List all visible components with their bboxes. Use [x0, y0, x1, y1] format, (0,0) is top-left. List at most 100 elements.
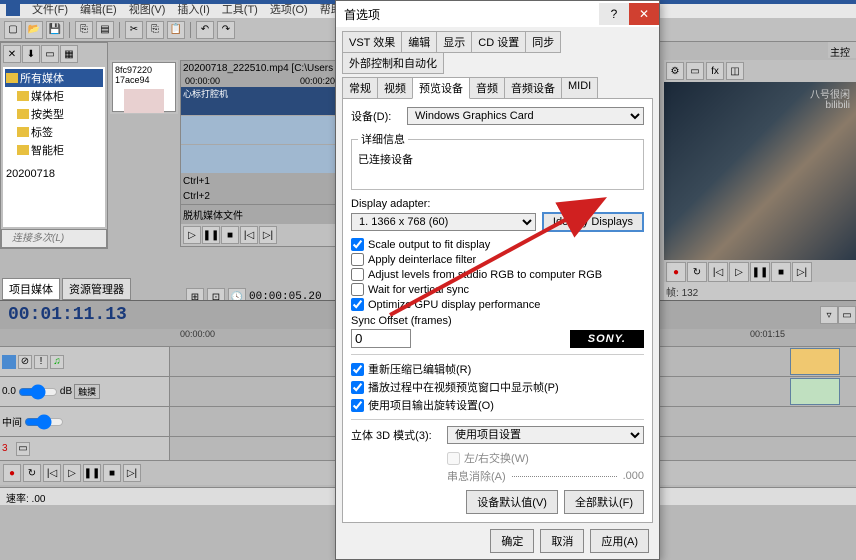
- play-icon[interactable]: ▷: [183, 226, 201, 244]
- identify-displays-button[interactable]: Identify Displays: [542, 212, 644, 232]
- chk-gpu[interactable]: [351, 298, 364, 311]
- marker-icon[interactable]: ▿: [820, 306, 838, 324]
- tl-loop-icon[interactable]: ↻: [23, 464, 41, 482]
- pv-pause-icon[interactable]: ❚❚: [750, 262, 770, 282]
- tab-video[interactable]: 视频: [377, 77, 413, 99]
- device-defaults-button[interactable]: 设备默认值(V): [466, 490, 558, 514]
- render-icon[interactable]: ⎘: [75, 21, 93, 39]
- tab-audio[interactable]: 音频: [469, 77, 505, 99]
- tab-midi[interactable]: MIDI: [561, 77, 598, 99]
- pv-ext-icon[interactable]: ▭: [686, 62, 704, 80]
- chk-adjust[interactable]: [351, 268, 364, 281]
- tab-display[interactable]: 显示: [436, 31, 472, 53]
- tree-item[interactable]: 智能柜: [5, 141, 103, 159]
- undo-icon[interactable]: ↶: [196, 21, 214, 39]
- tl-pause-icon[interactable]: ❚❚: [83, 464, 101, 482]
- media-thumb[interactable]: 8fc97220 17ace94: [112, 62, 176, 112]
- prev-icon[interactable]: |◁: [240, 226, 258, 244]
- save-icon[interactable]: 💾: [46, 21, 64, 39]
- tree-item[interactable]: 媒体柜: [5, 87, 103, 105]
- pv-first-icon[interactable]: |◁: [708, 262, 728, 282]
- region-icon[interactable]: ▭: [838, 306, 856, 324]
- all-defaults-button[interactable]: 全部默认(F): [564, 490, 644, 514]
- tab-sync[interactable]: 同步: [525, 31, 561, 53]
- audio-wave-2[interactable]: [181, 145, 339, 173]
- tab-vst[interactable]: VST 效果: [342, 31, 402, 53]
- media-explorer: ✕ ⬇ ▭ ▦ 所有媒体 媒体柜 按类型 标签 智能柜 20200718: [0, 42, 108, 249]
- tl-stop-icon[interactable]: ■: [103, 464, 121, 482]
- close-button[interactable]: ✕: [629, 3, 659, 25]
- pv-play-icon[interactable]: ▷: [729, 262, 749, 282]
- paste-icon[interactable]: 📋: [167, 21, 185, 39]
- redo-icon[interactable]: ↷: [217, 21, 235, 39]
- track-fx-icon[interactable]: ♫: [50, 355, 64, 369]
- chk-rotation[interactable]: [351, 399, 364, 412]
- new-icon[interactable]: ▢: [4, 21, 22, 39]
- pv-loop-icon[interactable]: ↻: [687, 262, 707, 282]
- props-icon[interactable]: ▤: [96, 21, 114, 39]
- tab-edit[interactable]: 编辑: [401, 31, 437, 53]
- req-icon[interactable]: ▦: [60, 45, 78, 63]
- tab-project-media[interactable]: 项目媒体: [2, 278, 60, 300]
- stereo-select[interactable]: 使用项目设置: [447, 426, 644, 444]
- pv-last-icon[interactable]: ▷|: [792, 262, 812, 282]
- apply-button[interactable]: 应用(A): [590, 529, 649, 553]
- chk-scale[interactable]: [351, 238, 364, 251]
- sync-offset-input[interactable]: [351, 329, 411, 348]
- tl-first-icon[interactable]: |◁: [43, 464, 61, 482]
- connect-input[interactable]: [1, 229, 107, 248]
- frame-number: 132: [682, 288, 699, 299]
- tree-root[interactable]: 所有媒体: [5, 69, 103, 87]
- cut-icon[interactable]: ✂: [125, 21, 143, 39]
- ctrl-2: Ctrl+2: [181, 189, 339, 204]
- tab-ext[interactable]: 外部控制和自动化: [342, 52, 444, 74]
- video-track[interactable]: 心标打腔机: [181, 87, 339, 115]
- pv-rec-icon[interactable]: ●: [666, 262, 686, 282]
- import-icon[interactable]: ⬇: [22, 45, 40, 63]
- tl-last-icon[interactable]: ▷|: [123, 464, 141, 482]
- track3-icon[interactable]: ▭: [16, 442, 30, 456]
- trimmer-footer: 脱机媒体文件: [181, 204, 339, 224]
- open-icon[interactable]: 📂: [25, 21, 43, 39]
- adapter-select[interactable]: 1. 1366 x 768 (60): [351, 213, 536, 231]
- clip-audio[interactable]: [790, 378, 840, 405]
- audio-wave-1[interactable]: [181, 116, 339, 144]
- media-tree[interactable]: 所有媒体 媒体柜 按类型 标签 智能柜 20200718: [3, 67, 105, 227]
- tab-explorer[interactable]: 资源管理器: [62, 278, 131, 300]
- next-icon[interactable]: ▷|: [259, 226, 277, 244]
- pan-slider[interactable]: [24, 418, 64, 426]
- track-solo-icon[interactable]: !: [34, 355, 48, 369]
- device-label: 设备(D):: [351, 108, 401, 124]
- tab-preview-device[interactable]: 预览设备: [412, 77, 470, 99]
- tree-file[interactable]: 20200718: [5, 167, 103, 181]
- chk-vsync[interactable]: [351, 283, 364, 296]
- chk-deint[interactable]: [351, 253, 364, 266]
- copy-icon[interactable]: ⎘: [146, 21, 164, 39]
- tree-item[interactable]: 标签: [5, 123, 103, 141]
- tab-audio-dev[interactable]: 音频设备: [504, 77, 562, 99]
- tree-item[interactable]: 按类型: [5, 105, 103, 123]
- folder-icon[interactable]: ▭: [41, 45, 59, 63]
- track-mute-icon[interactable]: ⊘: [18, 355, 32, 369]
- tl-play-icon[interactable]: ▷: [63, 464, 81, 482]
- tab-general[interactable]: 常规: [342, 77, 378, 99]
- chk-recomp[interactable]: [351, 363, 364, 376]
- device-select[interactable]: Windows Graphics Card: [407, 107, 644, 125]
- tab-cd[interactable]: CD 设置: [471, 31, 526, 53]
- pv-gear-icon[interactable]: ⚙: [666, 62, 684, 80]
- pv-fx-icon[interactable]: fx: [706, 62, 724, 80]
- stop-icon[interactable]: ■: [221, 226, 239, 244]
- pv-stop-icon[interactable]: ■: [771, 262, 791, 282]
- vol-slider[interactable]: [18, 388, 58, 396]
- help-button[interactable]: ?: [599, 3, 629, 25]
- refresh-icon[interactable]: ✕: [3, 45, 21, 63]
- pv-split-icon[interactable]: ◫: [726, 62, 744, 80]
- cancel-button[interactable]: 取消: [540, 529, 584, 553]
- tl-rec-icon[interactable]: ●: [3, 464, 21, 482]
- adapter-label: Display adapter:: [351, 198, 644, 210]
- clip-video[interactable]: [790, 348, 840, 375]
- watermark-bilibili: bilibili: [826, 100, 850, 111]
- chk-show-during[interactable]: [351, 381, 364, 394]
- pause-icon[interactable]: ❚❚: [202, 226, 220, 244]
- ok-button[interactable]: 确定: [490, 529, 534, 553]
